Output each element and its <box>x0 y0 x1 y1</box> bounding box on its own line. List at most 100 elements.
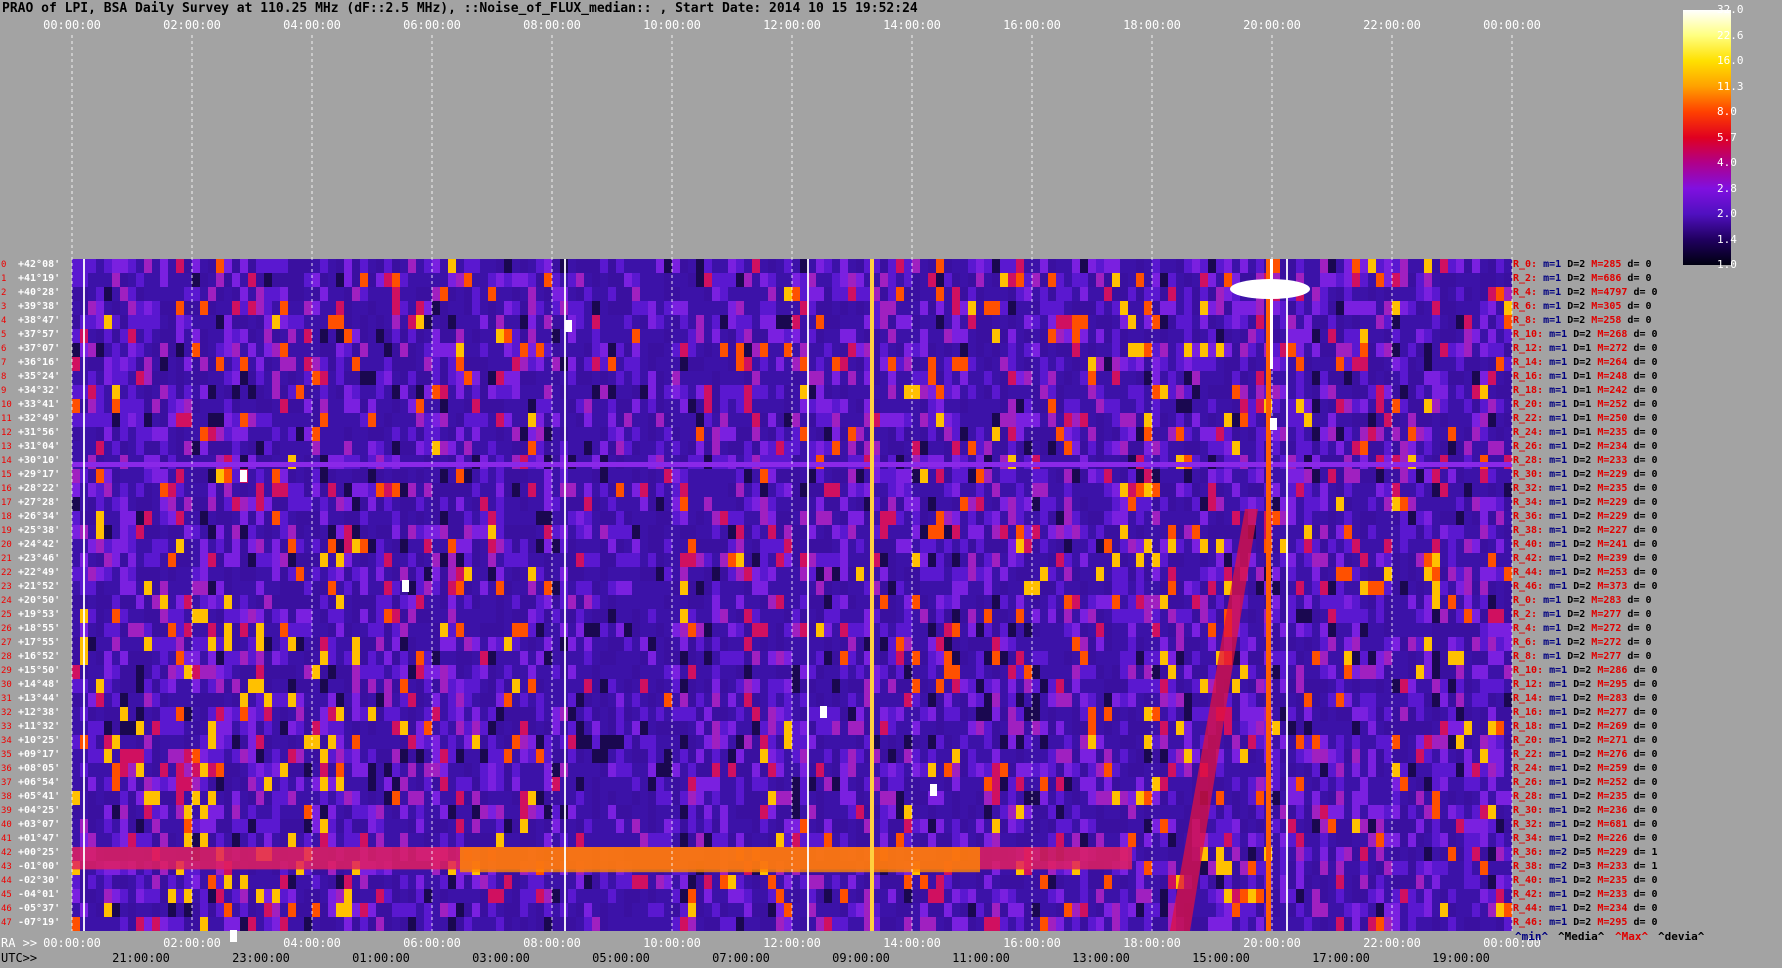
heat-cell <box>184 539 192 553</box>
heat-cell <box>776 441 784 455</box>
heat-cell <box>536 511 544 525</box>
heat-cell <box>168 483 176 497</box>
heat-cell <box>1456 651 1464 665</box>
heat-cell <box>1240 693 1248 707</box>
heat-cell <box>1408 567 1416 581</box>
heat-cell <box>280 721 288 735</box>
heat-cell <box>552 301 560 315</box>
heat-cell <box>320 805 328 819</box>
heat-cell <box>848 595 856 609</box>
heat-cell <box>96 357 104 371</box>
heat-cell <box>544 287 552 301</box>
heat-cell <box>216 525 224 539</box>
heat-cell <box>552 791 560 805</box>
heat-cell <box>1400 721 1408 735</box>
heat-cell <box>176 623 184 637</box>
heat-cell <box>1416 399 1424 413</box>
heat-cell <box>392 777 400 791</box>
heat-cell <box>336 707 344 721</box>
heat-cell <box>376 259 384 273</box>
heat-cell <box>272 651 280 665</box>
heat-cell <box>1256 427 1264 441</box>
heat-cell <box>920 525 928 539</box>
heat-cell <box>128 805 136 819</box>
heat-cell <box>552 665 560 679</box>
heat-cell <box>88 539 96 553</box>
heat-cell <box>192 567 200 581</box>
heat-cell <box>344 567 352 581</box>
heat-cell <box>1344 707 1352 721</box>
heat-cell <box>400 595 408 609</box>
heat-cell <box>584 553 592 567</box>
heat-cell <box>1016 427 1024 441</box>
heat-cell <box>448 525 456 539</box>
heat-cell <box>1216 483 1224 497</box>
heat-cell <box>432 777 440 791</box>
heat-cell <box>784 525 792 539</box>
heat-cell <box>768 287 776 301</box>
heat-cell <box>1232 427 1240 441</box>
heat-cell <box>1368 749 1376 763</box>
heat-cell <box>1440 385 1448 399</box>
heat-cell <box>1472 805 1480 819</box>
heat-cell <box>1216 427 1224 441</box>
heat-cell <box>1240 651 1248 665</box>
heat-cell <box>1456 679 1464 693</box>
heat-cell <box>312 553 320 567</box>
heat-cell <box>112 469 120 483</box>
heat-cell <box>696 441 704 455</box>
heat-cell <box>352 567 360 581</box>
heat-cell <box>544 385 552 399</box>
heat-cell <box>1040 259 1048 273</box>
heat-cell <box>488 637 496 651</box>
heat-cell <box>1136 791 1144 805</box>
heat-cell <box>840 469 848 483</box>
heat-cell <box>944 735 952 749</box>
heat-cell <box>1096 539 1104 553</box>
heat-cell <box>144 329 152 343</box>
heat-cell <box>712 441 720 455</box>
heat-cell <box>424 385 432 399</box>
heat-cell <box>440 483 448 497</box>
heat-cell <box>1392 581 1400 595</box>
heat-cell <box>1048 287 1056 301</box>
heat-cell <box>824 441 832 455</box>
heat-cell <box>1296 609 1304 623</box>
heat-cell <box>528 609 536 623</box>
heat-cell <box>1224 371 1232 385</box>
heat-cell <box>1208 301 1216 315</box>
heat-cell <box>1384 721 1392 735</box>
heat-cell <box>256 581 264 595</box>
heat-cell <box>392 385 400 399</box>
heat-cell <box>1496 637 1504 651</box>
heat-cell <box>320 665 328 679</box>
heat-cell <box>1144 721 1152 735</box>
heat-cell <box>264 777 272 791</box>
heat-cell <box>880 259 888 273</box>
heat-cell <box>520 721 528 735</box>
heat-cell <box>1224 273 1232 287</box>
heat-cell <box>1416 595 1424 609</box>
heat-cell <box>1160 413 1168 427</box>
heat-cell <box>640 721 648 735</box>
heat-cell <box>1376 749 1384 763</box>
heat-cell <box>312 735 320 749</box>
heat-cell <box>1200 511 1208 525</box>
heat-cell <box>1072 707 1080 721</box>
heat-cell <box>920 679 928 693</box>
heat-cell <box>592 343 600 357</box>
heat-cell <box>1448 315 1456 329</box>
heat-cell <box>104 679 112 693</box>
heat-cell <box>1144 413 1152 427</box>
heat-cell <box>136 819 144 833</box>
heat-cell <box>1384 301 1392 315</box>
heat-cell <box>240 567 248 581</box>
heat-cell <box>1144 665 1152 679</box>
heat-cell <box>1296 679 1304 693</box>
heat-cell <box>1200 497 1208 511</box>
heat-cell <box>1448 763 1456 777</box>
heat-cell <box>456 497 464 511</box>
heat-cell <box>1440 273 1448 287</box>
heat-cell <box>1320 735 1328 749</box>
heat-cell <box>248 805 256 819</box>
